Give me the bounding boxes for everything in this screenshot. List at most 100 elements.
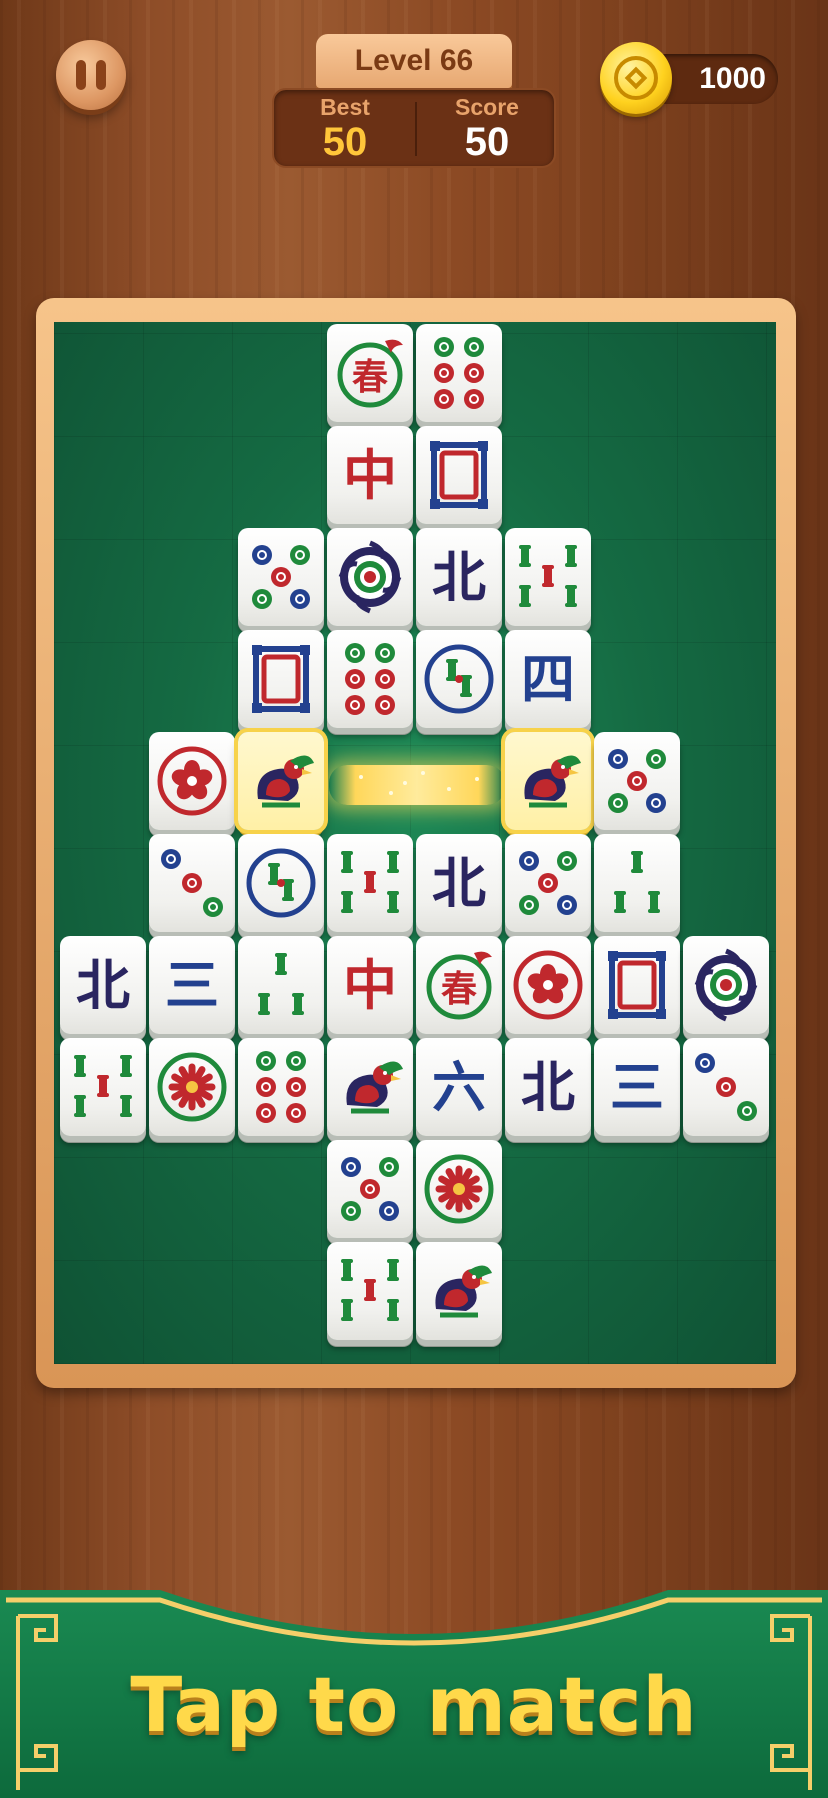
tile-spring-flower[interactable]: 春 <box>416 936 502 1034</box>
tile-north-wind[interactable]: 北 <box>505 1038 591 1136</box>
tile-bamboo-5[interactable] <box>327 834 413 932</box>
tile-dots-1[interactable] <box>327 528 413 626</box>
tile-white-dragon[interactable] <box>594 936 680 1034</box>
tile-bird[interactable] <box>327 1038 413 1136</box>
dots-6-icon <box>434 337 484 409</box>
tile-bird[interactable] <box>505 732 591 830</box>
score-value: 50 <box>464 120 510 164</box>
tile-white-dragon[interactable] <box>238 630 324 728</box>
bird-icon <box>435 1265 492 1318</box>
bamboo-plum-icon <box>424 644 494 714</box>
tile-bird[interactable] <box>238 732 324 830</box>
pause-icon <box>76 60 86 90</box>
score-label: Score <box>455 94 519 120</box>
tile-bamboo-plum[interactable] <box>416 630 502 728</box>
bird-icon <box>346 1061 403 1114</box>
tile-three-character[interactable]: 三 <box>594 1038 680 1136</box>
tile-glyph: 北 <box>76 953 130 1017</box>
bamboo-plum-icon <box>246 848 316 918</box>
tile-north-wind[interactable]: 北 <box>60 936 146 1034</box>
tile-dots-1[interactable] <box>683 936 769 1034</box>
coin-count: 1000 <box>699 62 766 95</box>
tile-glyph: 六 <box>432 1055 486 1119</box>
tile-glyph: 中 <box>343 953 397 1017</box>
dots-5-icon <box>519 851 577 915</box>
tile-dots-5[interactable] <box>327 1140 413 1238</box>
tile-north-wind[interactable]: 北 <box>416 528 502 626</box>
tile-plum-flower[interactable] <box>149 732 235 830</box>
tile-glyph: 三 <box>165 953 219 1017</box>
tile-bamboo-3[interactable] <box>594 834 680 932</box>
spring-flower-icon: 春 <box>426 951 492 1020</box>
bamboo-5-icon <box>74 1055 132 1117</box>
tile-glyph: 中 <box>343 443 397 507</box>
plum-flower-icon <box>157 746 227 816</box>
tile-dots-6[interactable] <box>327 630 413 728</box>
match-beam <box>329 765 505 805</box>
best-value: 50 <box>322 120 368 164</box>
dots-3-icon <box>161 849 223 917</box>
tile-white-dragon[interactable] <box>416 426 502 524</box>
bamboo-5-icon <box>519 545 577 607</box>
tile-bamboo-3[interactable] <box>238 936 324 1034</box>
chrysanthemum-icon <box>157 1052 227 1122</box>
dots-1-icon <box>694 948 758 1022</box>
white-dragon-icon <box>430 441 488 509</box>
spring-flower-icon: 春 <box>337 339 403 408</box>
tile-dots-6[interactable] <box>416 324 502 422</box>
dots-3-icon <box>695 1053 757 1121</box>
tile-three-character[interactable]: 三 <box>149 936 235 1034</box>
tile-chrysanthemum[interactable] <box>149 1038 235 1136</box>
tile-bamboo-5[interactable] <box>327 1242 413 1340</box>
tile-dots-6[interactable] <box>238 1038 324 1136</box>
bamboo-3-icon <box>258 953 304 1015</box>
tile-glyph: 四 <box>521 647 575 711</box>
tile-glyph: 北 <box>432 851 486 915</box>
tap-to-match-banner: Tap to match <box>130 1660 698 1749</box>
tile-chrysanthemum[interactable] <box>416 1140 502 1238</box>
tile-bamboo-5[interactable] <box>60 1038 146 1136</box>
tile-four-character[interactable]: 四 <box>505 630 591 728</box>
tile-dots-3[interactable] <box>683 1038 769 1136</box>
dots-5-icon <box>252 545 310 609</box>
white-dragon-icon <box>608 951 666 1019</box>
tile-glyph: 三 <box>610 1055 664 1119</box>
dots-6-icon <box>345 643 395 715</box>
tile-six-character[interactable]: 六 <box>416 1038 502 1136</box>
tile-plum-flower[interactable] <box>505 936 591 1034</box>
tile-bamboo-5[interactable] <box>505 528 591 626</box>
bamboo-5-icon <box>341 851 399 913</box>
bird-icon <box>524 755 581 808</box>
white-dragon-icon <box>252 645 310 713</box>
pause-button[interactable] <box>56 40 126 110</box>
chrysanthemum-icon <box>424 1154 494 1224</box>
level-label: Level 66 <box>316 34 512 88</box>
dots-5-icon <box>608 749 666 813</box>
tile-bamboo-plum[interactable] <box>238 834 324 932</box>
score-panel: Best 50 Score 50 <box>272 88 556 168</box>
best-label: Best <box>320 94 370 120</box>
bamboo-5-icon <box>341 1259 399 1321</box>
tile-north-wind[interactable]: 北 <box>416 834 502 932</box>
dots-6-icon <box>256 1051 306 1123</box>
tile-dots-5[interactable] <box>238 528 324 626</box>
current-score: Score 50 <box>416 94 558 163</box>
svg-text:春: 春 <box>352 356 388 398</box>
tile-red-dragon[interactable]: 中 <box>327 426 413 524</box>
tile-bird[interactable] <box>416 1242 502 1340</box>
best-score: Best 50 <box>274 94 416 163</box>
bamboo-3-icon <box>614 851 660 913</box>
dots-1-icon <box>338 540 402 614</box>
tile-dots-5[interactable] <box>594 732 680 830</box>
dots-5-icon <box>341 1157 399 1221</box>
tile-dots-5[interactable] <box>505 834 591 932</box>
tile-glyph: 北 <box>432 545 486 609</box>
coin-icon <box>600 42 672 114</box>
tile-red-dragon[interactable]: 中 <box>327 936 413 1034</box>
svg-text:春: 春 <box>441 968 477 1010</box>
plum-flower-icon <box>513 950 583 1020</box>
tile-dots-3[interactable] <box>149 834 235 932</box>
tile-glyph: 北 <box>521 1055 575 1119</box>
bird-icon <box>257 755 314 808</box>
tile-spring-flower[interactable]: 春 <box>327 324 413 422</box>
